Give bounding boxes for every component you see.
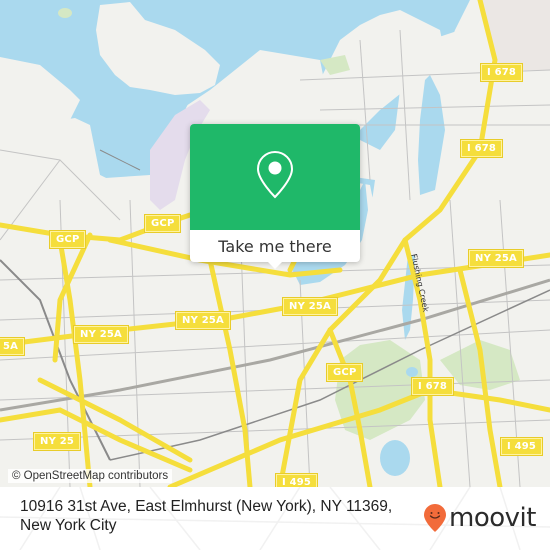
road-shield-ny25a: NY 25A [73, 325, 129, 344]
road-shield-ny25a: NY 25A [468, 249, 524, 268]
popup-header[interactable] [190, 124, 360, 230]
address-text: 10916 31st Ave, East Elmhurst (New York)… [20, 498, 393, 534]
road-shield-ny25: NY 25 [32, 432, 82, 451]
road-shield-ny25a: 5A [0, 337, 26, 356]
road-shield-i678: I 678 [479, 63, 524, 82]
map-view[interactable]: GCP GCP GCP I 678 I 678 I 678 I 678 NY 2… [0, 0, 550, 487]
road-shield-ny25a: NY 25A [282, 297, 338, 316]
location-popup[interactable]: Take me there [190, 124, 360, 269]
road-shield-gcp: GCP [48, 230, 87, 249]
map-pin-icon [256, 150, 294, 199]
road-shield-i678: I 678 [410, 377, 455, 396]
moovit-logo[interactable]: moovit [423, 503, 536, 533]
map-attribution[interactable]: © OpenStreetMap contributors [8, 469, 173, 483]
road-shield-ny25a: NY 25A [175, 311, 231, 330]
take-me-there-button[interactable]: Take me there [190, 230, 360, 262]
road-shield-i495: I 495 [499, 437, 544, 456]
road-shield-gcp: GCP [143, 214, 182, 233]
moovit-pin-smile-icon [424, 504, 446, 532]
road-shield-gcp: GCP [325, 363, 364, 382]
road-shield-i678: I 678 [459, 139, 504, 158]
moovit-wordmark: moovit [449, 503, 536, 533]
popup-pointer [268, 262, 282, 269]
road-shield-i495: I 495 [274, 473, 319, 487]
